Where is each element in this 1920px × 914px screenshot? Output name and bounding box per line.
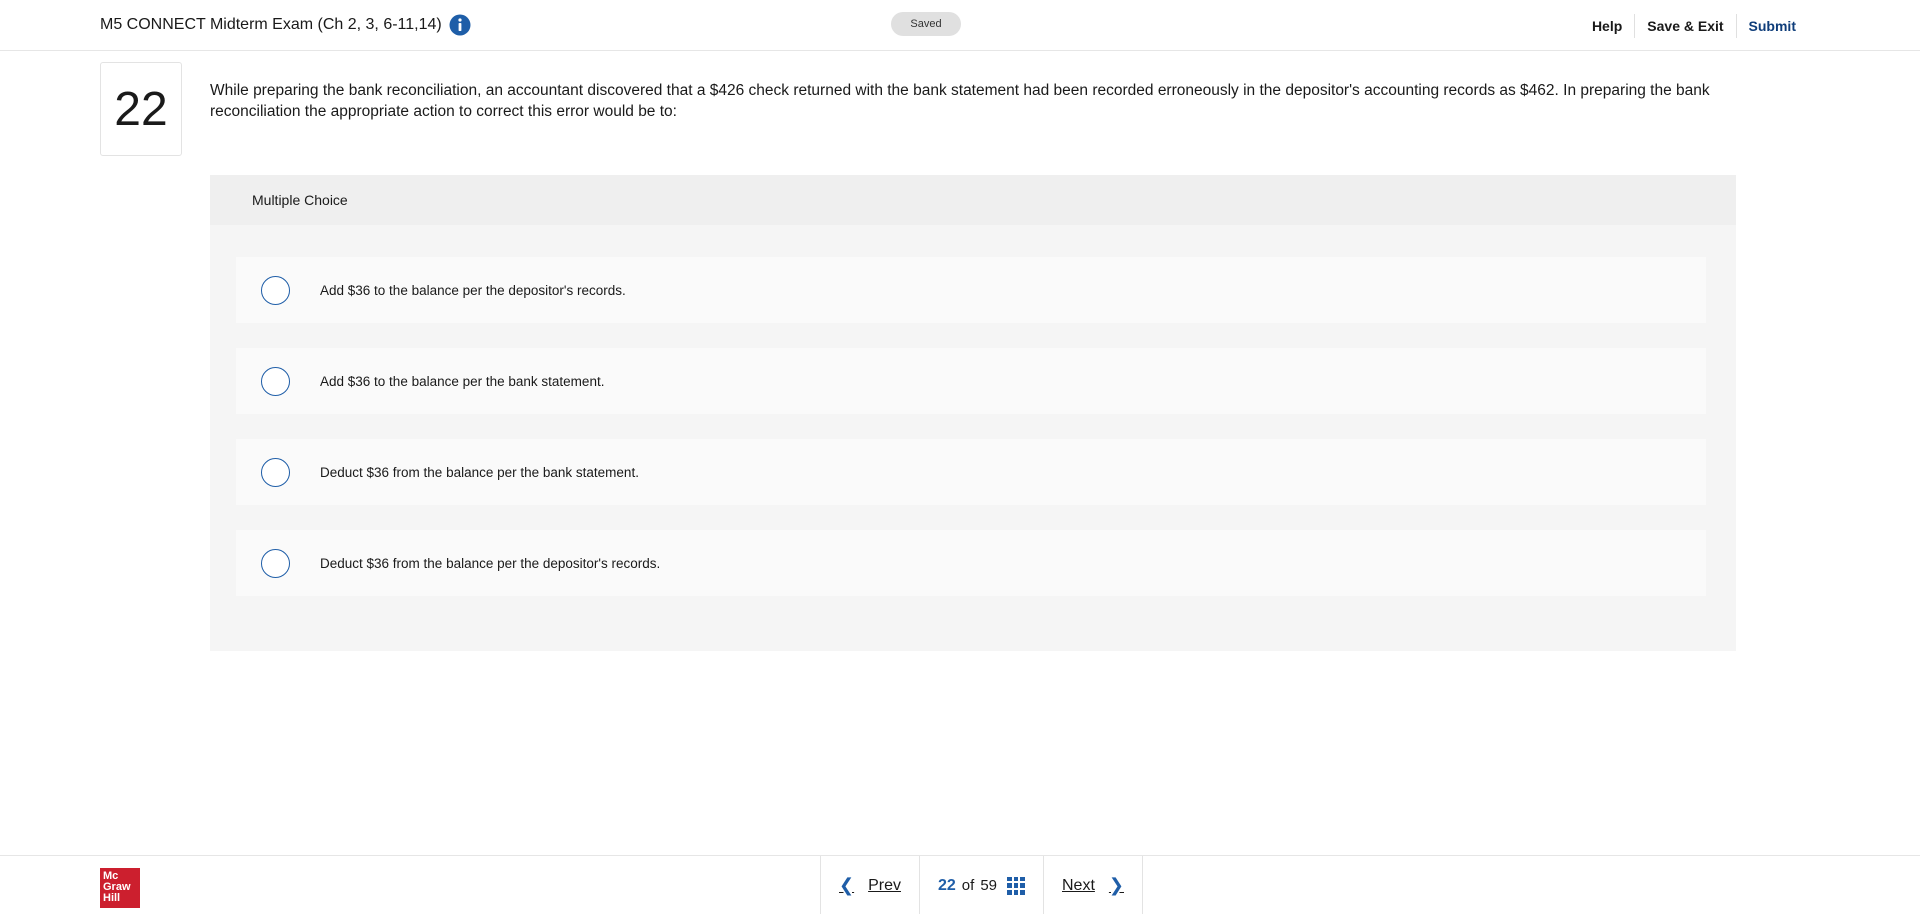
- answer-option-label: Deduct $36 from the balance per the bank…: [320, 464, 639, 480]
- prev-label: Prev: [868, 876, 901, 894]
- total-pages: 59: [980, 877, 997, 894]
- question-type-label: Multiple Choice: [210, 175, 1736, 225]
- saved-status-badge: Saved: [891, 12, 961, 36]
- next-label: Next: [1062, 876, 1095, 894]
- next-segment: Next ❯: [1043, 856, 1142, 914]
- submit-button[interactable]: Submit: [1735, 13, 1808, 38]
- radio-button[interactable]: [261, 548, 290, 578]
- info-icon[interactable]: [449, 14, 471, 36]
- prev-button[interactable]: ❮ Prev: [839, 875, 901, 896]
- save-exit-button[interactable]: Save & Exit: [1634, 13, 1735, 38]
- question-number: 22: [100, 62, 182, 156]
- answer-option-label: Add $36 to the balance per the depositor…: [320, 282, 626, 298]
- answer-option-1[interactable]: Add $36 to the balance per the depositor…: [236, 257, 1706, 323]
- top-bar: M5 CONNECT Midterm Exam (Ch 2, 3, 6-11,1…: [0, 0, 1920, 51]
- page-of-label: of: [961, 877, 975, 894]
- help-button[interactable]: Help: [1580, 14, 1634, 38]
- question-text: While preparing the bank reconciliation,…: [210, 82, 1710, 120]
- current-page: 22: [938, 876, 956, 894]
- header-actions: Help Save & Exit Submit: [1580, 0, 1808, 51]
- answer-option-label: Deduct $36 from the balance per the depo…: [320, 555, 661, 571]
- mcgraw-hill-logo: Mc Graw Hill: [100, 868, 140, 908]
- exam-title: M5 CONNECT Midterm Exam (Ch 2, 3, 6-11,1…: [100, 14, 471, 36]
- answer-option-3[interactable]: Deduct $36 from the balance per the bank…: [236, 439, 1706, 505]
- exam-title-text: M5 CONNECT Midterm Exam (Ch 2, 3, 6-11,1…: [100, 16, 442, 33]
- bottom-bar: Mc Graw Hill ❮ Prev 22 of 59 Next ❯: [0, 855, 1920, 914]
- question-pager: ❮ Prev 22 of 59 Next ❯: [820, 856, 1143, 914]
- answer-option-2[interactable]: Add $36 to the balance per the bank stat…: [236, 348, 1706, 414]
- radio-button[interactable]: [261, 457, 290, 487]
- chevron-left-icon: ❮: [839, 875, 855, 895]
- answer-option-label: Add $36 to the balance per the bank stat…: [320, 373, 605, 389]
- multiple-choice-panel: Multiple Choice Add $36 to the balance p…: [210, 175, 1736, 651]
- chevron-right-icon: ❯: [1108, 875, 1124, 895]
- radio-button[interactable]: [261, 275, 290, 305]
- question-grid-icon[interactable]: [1007, 876, 1025, 895]
- answer-option-4[interactable]: Deduct $36 from the balance per the depo…: [236, 530, 1706, 596]
- prev-segment: ❮ Prev: [821, 856, 919, 914]
- radio-button[interactable]: [261, 366, 290, 396]
- next-button[interactable]: Next ❯: [1062, 875, 1124, 896]
- page-indicator: 22 of 59: [919, 856, 1043, 914]
